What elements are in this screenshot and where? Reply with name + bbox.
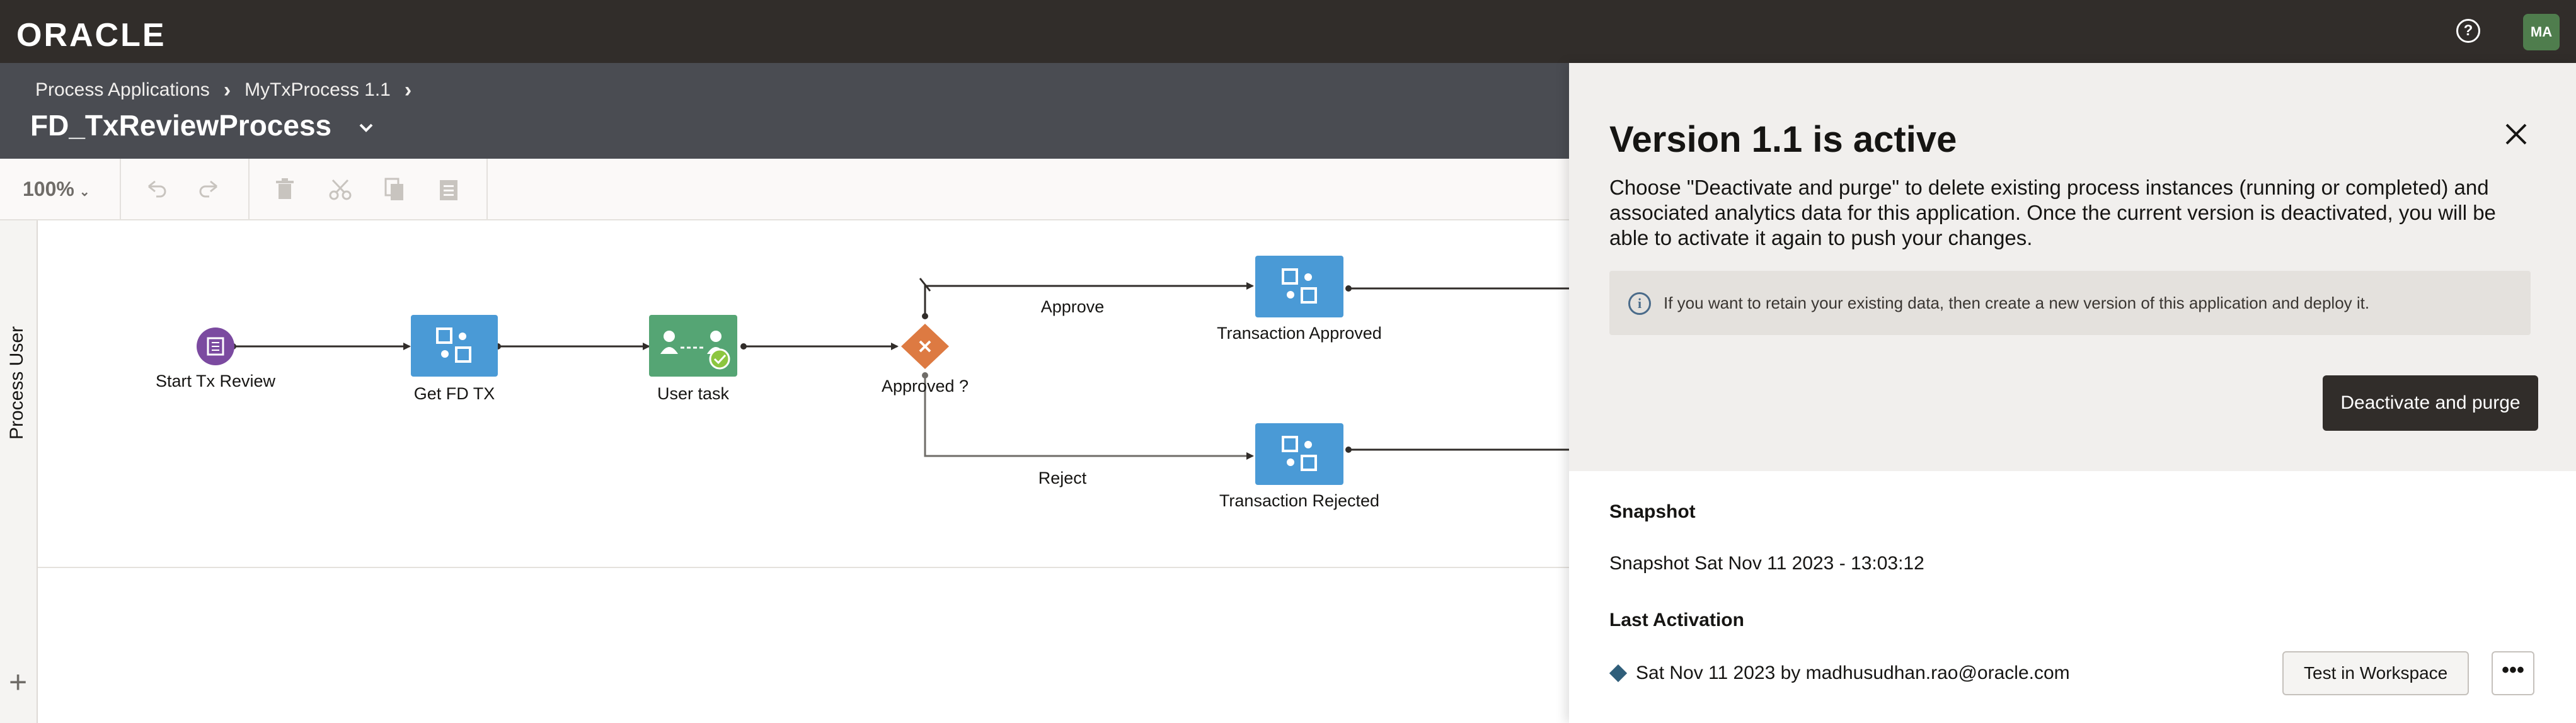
gateway-label: Approved ?	[881, 377, 969, 396]
more-actions-button[interactable]: •••	[2492, 651, 2534, 695]
snapshot-value: Snapshot Sat Nov 11 2023 - 13:03:12	[1609, 553, 1924, 574]
help-icon[interactable]: ?	[2456, 19, 2480, 43]
user-task-label: User task	[657, 384, 730, 403]
user-avatar[interactable]: MA	[2523, 14, 2560, 50]
process-canvas[interactable]: Process User + Start Tx Review Get FD TX…	[0, 220, 1569, 723]
test-in-workspace-button[interactable]: Test in Workspace	[2282, 651, 2470, 695]
zoom-select[interactable]: 100% ⌄	[23, 178, 90, 201]
page-header: Process Applications › MyTxProcess 1.1 ›…	[0, 63, 1569, 159]
oracle-logo[interactable]: ORACLE	[16, 16, 166, 54]
snapshot-heading: Snapshot	[1609, 501, 1696, 522]
deactivate-and-purge-button[interactable]: Deactivate and purge	[2323, 375, 2538, 431]
reject-flow-label: Reject	[1038, 469, 1087, 487]
close-icon[interactable]	[2500, 118, 2532, 150]
version-status-section: Version 1.1 is active Choose "Deactivate…	[1569, 63, 2576, 471]
cut-icon[interactable]	[328, 178, 353, 202]
info-message: i If you want to retain your existing da…	[1609, 271, 2531, 335]
redo-icon[interactable]	[197, 178, 222, 200]
last-activation-value: Sat Nov 11 2023 by madhusudhan.rao@oracl…	[1636, 663, 2070, 683]
delete-icon[interactable]	[273, 178, 296, 202]
chevron-down-icon[interactable]	[357, 118, 376, 137]
last-activation-heading: Last Activation	[1609, 610, 1744, 630]
transaction-rejected-node[interactable]	[1255, 423, 1343, 485]
start-event-label: Start Tx Review	[155, 372, 276, 390]
chevron-right-icon: ›	[223, 78, 231, 102]
user-task-node[interactable]	[649, 315, 737, 377]
toolbar-divider	[248, 159, 250, 219]
process-diagram	[197, 256, 1569, 485]
transaction-approved-label: Transaction Approved	[1217, 324, 1382, 343]
copy-icon[interactable]	[383, 178, 406, 202]
toolbar-divider	[120, 159, 121, 219]
get-fd-tx-label: Get FD TX	[413, 384, 495, 403]
page-title: FD_TxReviewProcess	[30, 109, 332, 142]
version-drawer: Version 1.1 is active Choose "Deactivate…	[1569, 63, 2576, 723]
activation-diamond-icon	[1609, 664, 1628, 683]
approve-flow-label: Approve	[1040, 297, 1105, 316]
start-event-node[interactable]	[197, 327, 234, 365]
transaction-rejected-label: Transaction Rejected	[1219, 491, 1380, 510]
chevron-down-icon: ⌄	[79, 185, 90, 199]
panel-description: Choose "Deactivate and purge" to delete …	[1609, 176, 2496, 249]
chevron-right-icon: ›	[404, 78, 412, 102]
breadcrumb: Process Applications › MyTxProcess 1.1 ›	[35, 79, 425, 101]
undo-icon[interactable]	[144, 178, 169, 200]
transaction-approved-node[interactable]	[1255, 256, 1343, 317]
panel-title: Version 1.1 is active	[1609, 119, 1957, 160]
last-activation-row: Sat Nov 11 2023 by madhusudhan.rao@oracl…	[1609, 663, 2070, 684]
zoom-value: 100%	[23, 178, 74, 200]
approved-gateway-node[interactable]	[901, 324, 949, 369]
toolbar-divider	[486, 159, 488, 219]
get-fd-tx-node[interactable]	[411, 315, 498, 377]
breadcrumb-mytxprocess[interactable]: MyTxProcess 1.1	[244, 79, 391, 101]
paste-icon[interactable]	[437, 178, 460, 202]
diagram-toolbar: 100% ⌄	[0, 159, 1569, 220]
breadcrumb-process-applications[interactable]: Process Applications	[35, 79, 210, 101]
info-message-text: If you want to retain your existing data…	[1664, 293, 2370, 312]
flow-reject[interactable]	[924, 375, 1254, 460]
info-icon: i	[1628, 292, 1651, 315]
top-bar: ORACLE ? MA	[0, 0, 2576, 63]
